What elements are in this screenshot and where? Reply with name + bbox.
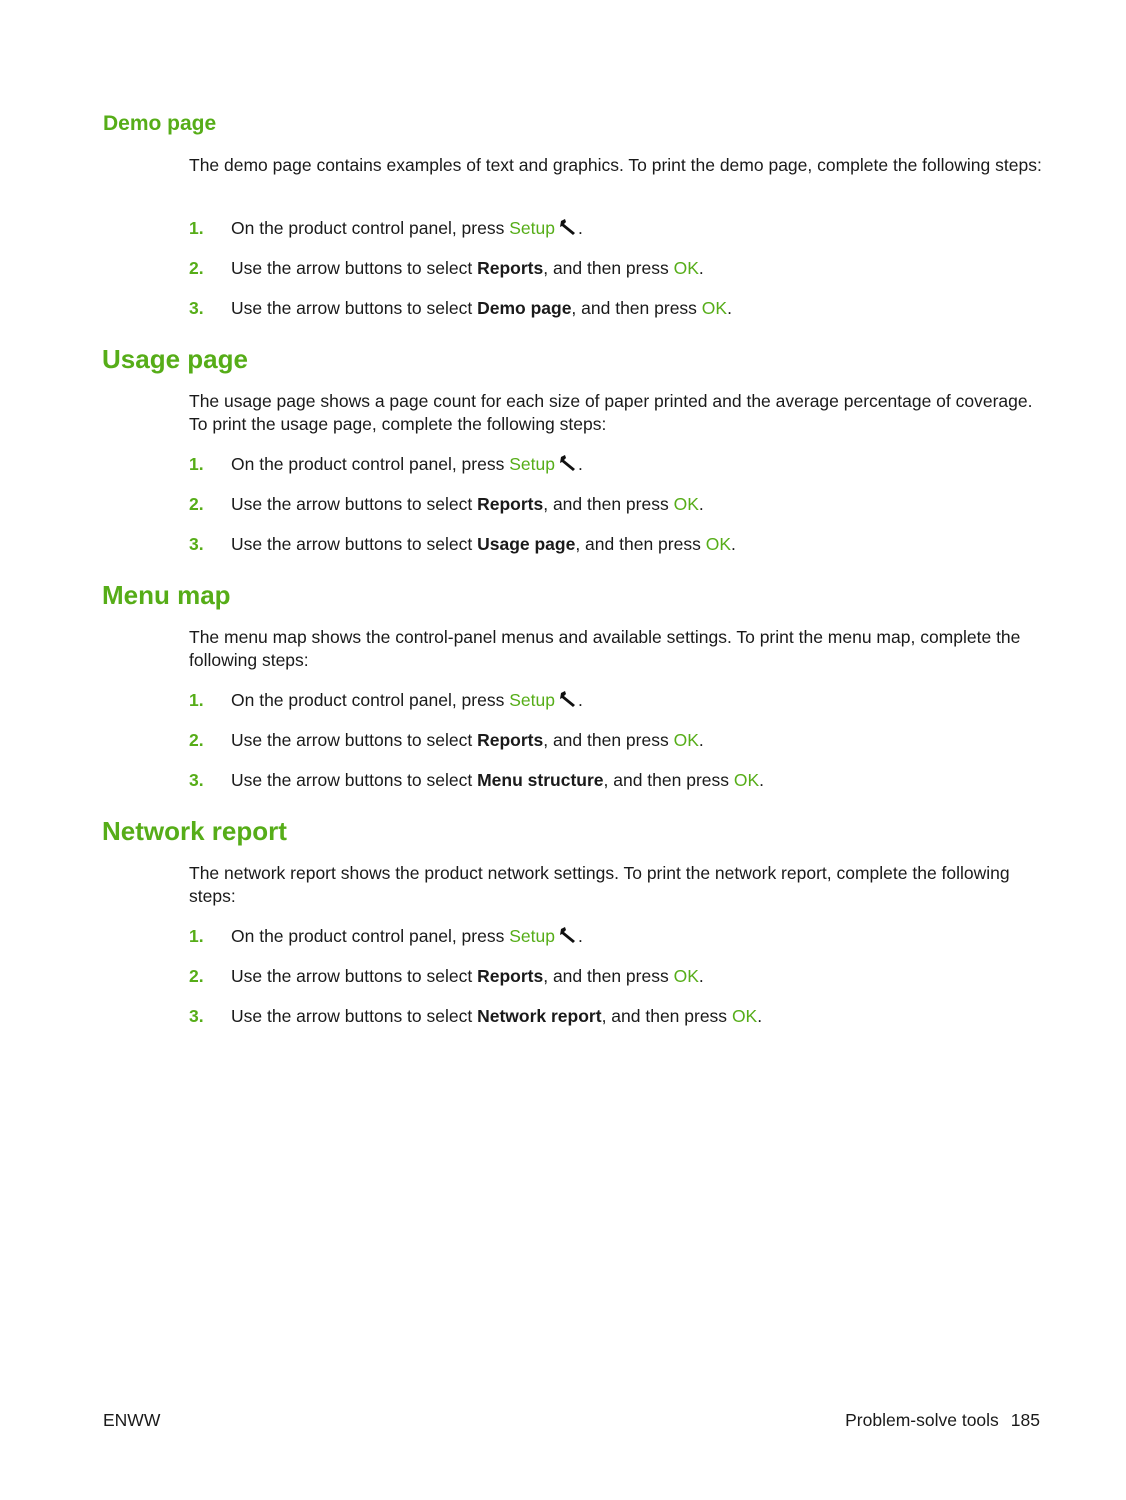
step-number: 2. (189, 966, 204, 986)
step-number: 3. (189, 298, 204, 318)
ok-button-label: OK (701, 298, 728, 318)
section-intro: The usage page shows a page count for ea… (189, 391, 1033, 434)
step-number: 1. (189, 454, 204, 474)
section-heading: Demo page (103, 112, 217, 135)
step-number: 1. (189, 926, 204, 946)
step-number: 2. (189, 730, 204, 750)
ok-button-label: OK (733, 770, 760, 790)
step-text: On the product control panel, press (231, 218, 510, 238)
step-number: 1. (189, 690, 204, 710)
menu-item-name: Reports (477, 494, 544, 514)
footer-page-info: Problem-solve tools 185 (845, 1410, 1040, 1431)
wrench-icon (559, 691, 575, 707)
menu-item-name: Menu structure (477, 770, 604, 790)
ok-button-label: OK (731, 1006, 758, 1026)
step-number: 2. (189, 258, 204, 278)
document-page: Demo page The demo page contains example… (0, 0, 1126, 1500)
step-number: 3. (189, 534, 204, 554)
menu-item-name: Reports (477, 966, 544, 986)
step-text: On the product control panel, press (231, 454, 510, 474)
section-intro: The menu map shows the control-panel men… (189, 627, 1021, 670)
ok-button-label: OK (673, 494, 699, 514)
menu-item-name: Demo page (477, 298, 572, 318)
menu-item-name: Reports (477, 258, 544, 278)
setup-button-label: Setup (509, 218, 555, 238)
step-number: 1. (189, 218, 204, 238)
step-number: 3. (189, 770, 204, 790)
page-number: 185 (1010, 1410, 1040, 1430)
section-heading: Usage page (102, 344, 248, 374)
section-intro: The demo page contains examples of text … (189, 155, 1042, 175)
setup-button-label: Setup (509, 926, 555, 946)
ok-button-label: OK (673, 258, 699, 278)
menu-item-name: Usage page (477, 534, 576, 554)
footer-section-title: Problem-solve tools (845, 1410, 999, 1430)
ok-button-label: OK (705, 534, 731, 554)
ok-button-label: OK (673, 966, 699, 986)
section-intro: The network report shows the product net… (189, 863, 1010, 906)
wrench-icon (559, 455, 575, 471)
section-heading: Menu map (102, 580, 231, 610)
footer-locale-code: ENWW (103, 1410, 161, 1430)
wrench-icon (559, 219, 575, 235)
step-text: On the product control panel, press (231, 690, 510, 710)
section-heading: Network report (102, 816, 287, 846)
wrench-icon (559, 927, 575, 943)
setup-button-label: Setup (509, 690, 555, 710)
setup-button-label: Setup (509, 454, 555, 474)
step-number: 2. (189, 494, 204, 514)
menu-item-name: Network report (477, 1006, 602, 1026)
step-text: On the product control panel, press (231, 926, 510, 946)
ok-button-label: OK (673, 730, 699, 750)
menu-item-name: Reports (477, 730, 544, 750)
step-number: 3. (189, 1006, 204, 1026)
